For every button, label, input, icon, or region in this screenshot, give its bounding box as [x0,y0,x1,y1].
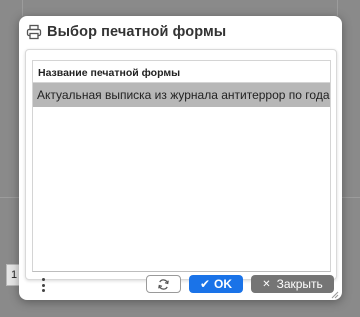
close-button[interactable]: ✕ Закрыть [251,275,334,293]
kebab-menu-icon[interactable] [40,278,46,292]
dialog-footer: ✔ OK ✕ Закрыть [19,271,342,300]
background-divider [342,197,360,198]
close-button-label: Закрыть [276,277,323,291]
print-form-table: Название печатной формы Актуальная выпис… [32,60,331,272]
table-header: Название печатной формы [33,61,330,83]
dialog-header: Выбор печатной формы [19,16,342,48]
resize-handle-icon[interactable] [331,291,339,299]
dialog-content: Название печатной формы Актуальная выпис… [25,49,337,280]
refresh-icon [158,278,169,290]
background-tab: 1 [6,264,20,286]
ok-button[interactable]: ✔ OK [189,275,243,293]
background-divider [337,0,338,16]
table-row[interactable]: Актуальная выписка из журнала антитеррор… [33,83,330,107]
background-divider [22,0,23,16]
printer-icon [26,24,42,40]
ok-button-label: OK [214,277,233,291]
refresh-button[interactable] [146,275,181,293]
check-icon: ✔ [199,277,211,291]
dialog-title: Выбор печатной формы [47,24,227,40]
print-form-dialog: Выбор печатной формы Название печатной ф… [19,16,342,300]
background-divider [0,197,19,198]
close-icon: ✕ [262,278,271,290]
